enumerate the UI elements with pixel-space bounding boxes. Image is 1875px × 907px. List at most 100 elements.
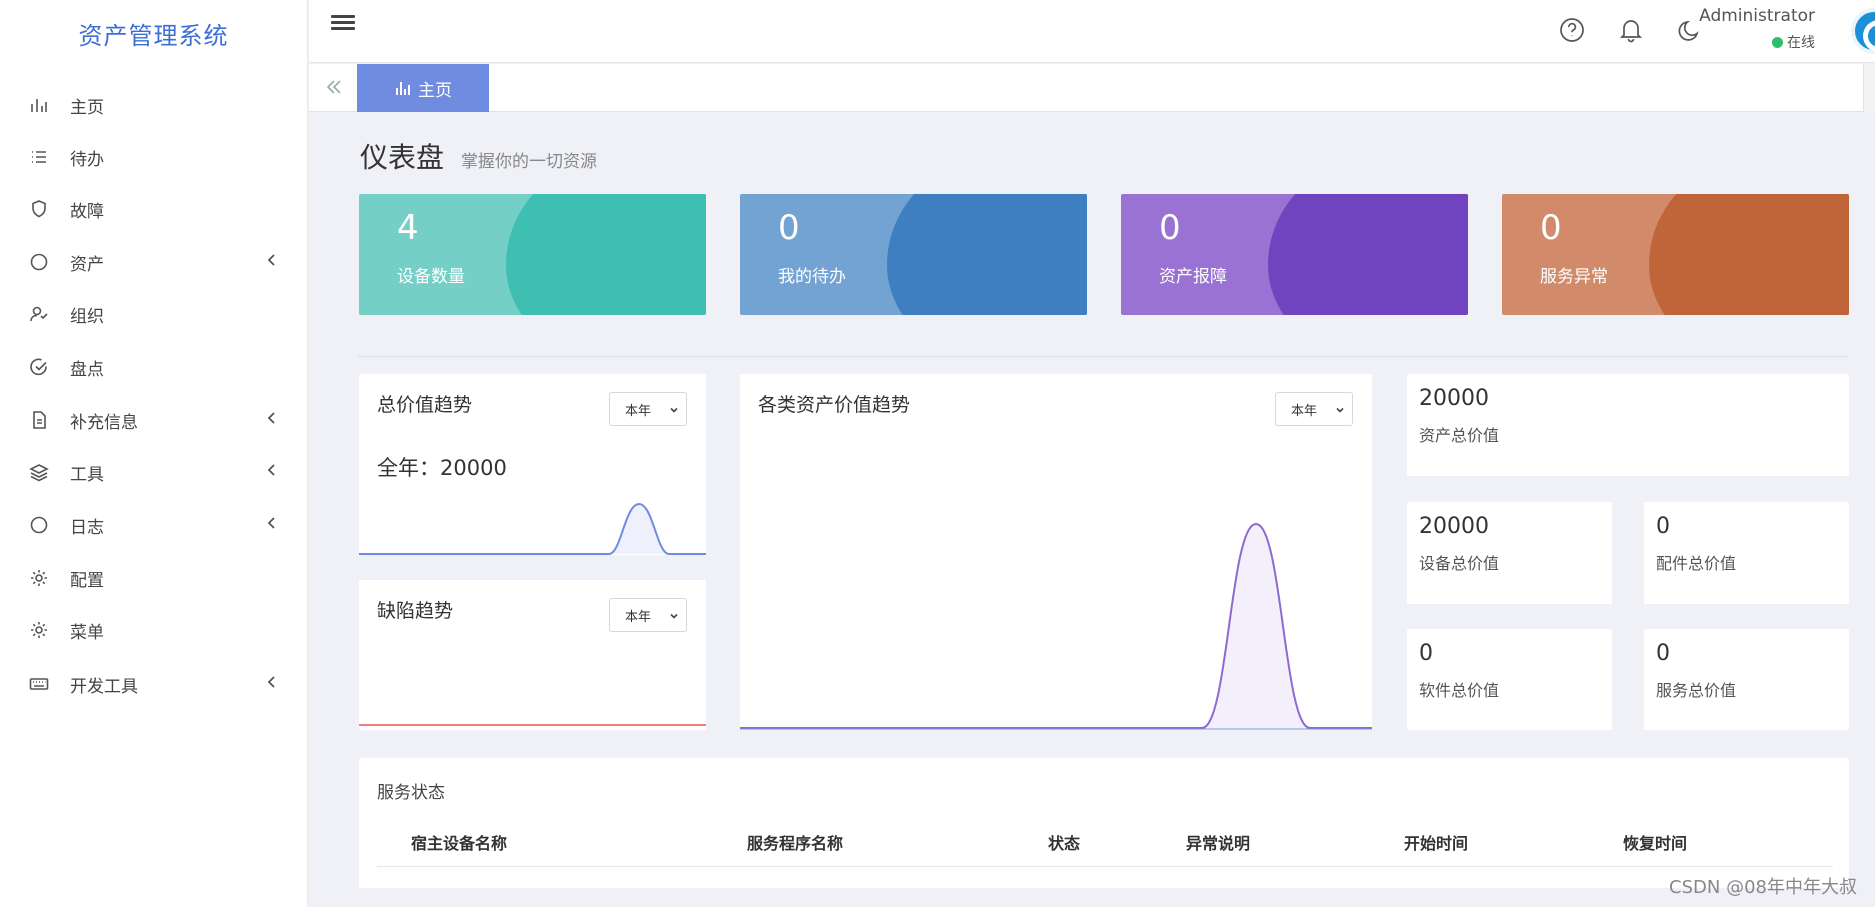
watermark: CSDN @08年中年大叔 [1669,877,1857,898]
tab-label: 主页 [418,80,452,101]
page-subtitle: 掌握你的一切资源 [461,152,597,172]
year-total: 全年：20000 [377,456,507,480]
stat-card-devices[interactable]: 4 设备数量 [359,194,706,315]
kpi-label: 资产总价值 [1419,426,1500,445]
service-status-title: 服务状态 [377,783,445,803]
tabs-bar: 主页 [309,64,1875,112]
menu-toggle-icon[interactable] [331,12,355,36]
sidebar-item-todo[interactable]: 待办 [0,135,308,179]
layers-icon [28,461,50,483]
period-select[interactable]: 本年 [609,392,687,426]
kpi-label: 配件总价值 [1656,554,1737,573]
chevron-left-icon [264,674,284,694]
period-select[interactable]: 本年 [1275,392,1353,426]
keyboard-icon [28,673,50,695]
stat-value: 4 [397,208,419,248]
sidebar: 资产管理系统 主页 待办 故障 资产 组织 盘点 补充信息 工具 日志 配置 菜… [0,0,308,907]
sidebar-item-fault[interactable]: 故障 [0,187,308,231]
sidebar-item-inventory[interactable]: 盘点 [0,345,308,389]
kpi-label: 服务总价值 [1656,681,1737,700]
bell-icon[interactable] [1617,16,1645,44]
column-header[interactable]: 开始时间 [1404,830,1468,854]
chevron-down-icon [670,613,678,619]
tab-home[interactable]: 主页 [357,64,489,112]
sidebar-item-organization[interactable]: 组织 [0,292,308,336]
column-header[interactable]: 服务程序名称 [747,830,843,854]
kpi-label: 设备总价值 [1419,554,1500,573]
kpi-parts-total: 0 配件总价值 [1644,502,1849,604]
circle-icon [28,514,50,536]
sidebar-item-assets[interactable]: 资产 [0,240,308,284]
panel-title: 各类资产价值趋势 [758,394,911,416]
sidebar-item-tools[interactable]: 工具 [0,450,308,494]
period-select[interactable]: 本年 [609,598,687,632]
panel-defect-trend: 缺陷趋势 本年 [359,580,706,730]
kpi-value: 20000 [1419,386,1489,411]
section-divider [358,356,1848,357]
panel-category-trend: 各类资产价值趋势 本年 [740,374,1372,730]
sidebar-item-supplement[interactable]: 补充信息 [0,398,308,442]
sidebar-item-label: 资产 [70,254,104,275]
help-icon[interactable] [1558,16,1586,44]
sidebar-item-label: 工具 [70,464,104,485]
kpi-label: 软件总价值 [1419,681,1500,700]
select-value: 本年 [1291,403,1318,419]
stat-value: 0 [1159,208,1181,248]
list-icon [28,146,50,168]
kpi-asset-total: 20000 资产总价值 [1407,374,1849,476]
stat-label: 设备数量 [397,267,465,287]
top-header: Administrator 在线 [309,0,1875,63]
panel-title: 总价值趋势 [377,394,473,416]
table-header-divider [377,866,1833,867]
sidebar-item-label: 配置 [70,570,104,591]
avatar[interactable] [1851,8,1875,54]
double-chevron-left-icon[interactable] [323,76,347,100]
column-header[interactable]: 异常说明 [1186,830,1250,854]
sidebar-item-config[interactable]: 配置 [0,556,308,600]
kpi-device-total: 20000 设备总价值 [1407,502,1612,604]
panel-title: 缺陷趋势 [377,600,454,622]
chevron-left-icon [264,462,284,482]
kpi-service-total: 0 服务总价值 [1644,629,1849,730]
sidebar-item-label: 待办 [70,149,104,170]
user-status: 在线 [1772,32,1815,52]
column-header[interactable]: 宿主设备名称 [411,830,507,854]
user-name[interactable]: Administrator [1699,6,1815,26]
stat-card-service-errors[interactable]: 0 服务异常 [1502,194,1849,315]
bar-chart-icon [396,82,410,95]
app-title[interactable]: 资产管理系统 [0,0,307,72]
sidebar-item-label: 组织 [70,306,104,327]
chevron-left-icon [264,252,284,272]
page-title: 仪表盘 [360,141,445,174]
chevron-left-icon [264,515,284,535]
kpi-value: 20000 [1419,514,1489,539]
defect-sparkline [359,724,706,726]
sidebar-item-label: 开发工具 [70,676,138,697]
user-status-label: 在线 [1787,35,1815,51]
stat-label: 资产报障 [1159,267,1227,287]
stat-label: 我的待办 [778,267,846,287]
document-icon [28,409,50,431]
stat-value: 0 [1540,208,1562,248]
chevron-down-icon [670,407,678,413]
tabs-scrollbar[interactable] [1863,64,1875,112]
sidebar-item-label: 主页 [70,97,104,118]
kpi-value: 0 [1656,514,1670,539]
column-header[interactable]: 状态 [1048,830,1080,854]
sidebar-item-label: 故障 [70,201,104,222]
sidebar-item-label: 日志 [70,517,104,538]
sidebar-item-devtools[interactable]: 开发工具 [0,662,308,706]
sidebar-item-label: 菜单 [70,622,104,643]
kpi-software-total: 0 软件总价值 [1407,629,1612,730]
sidebar-item-logs[interactable]: 日志 [0,503,308,547]
sidebar-item-menu[interactable]: 菜单 [0,608,308,652]
stat-card-todo[interactable]: 0 我的待办 [740,194,1087,315]
bar-chart-icon [28,94,50,116]
column-header[interactable]: 恢复时间 [1623,830,1687,854]
stat-card-asset-faults[interactable]: 0 资产报障 [1121,194,1468,315]
select-value: 本年 [625,609,652,625]
panel-service-status: 服务状态 宿主设备名称 服务程序名称 状态 异常说明 开始时间 恢复时间 [359,758,1849,888]
user-check-icon [28,303,50,325]
shield-icon [28,198,50,220]
sidebar-item-home[interactable]: 主页 [0,83,308,127]
